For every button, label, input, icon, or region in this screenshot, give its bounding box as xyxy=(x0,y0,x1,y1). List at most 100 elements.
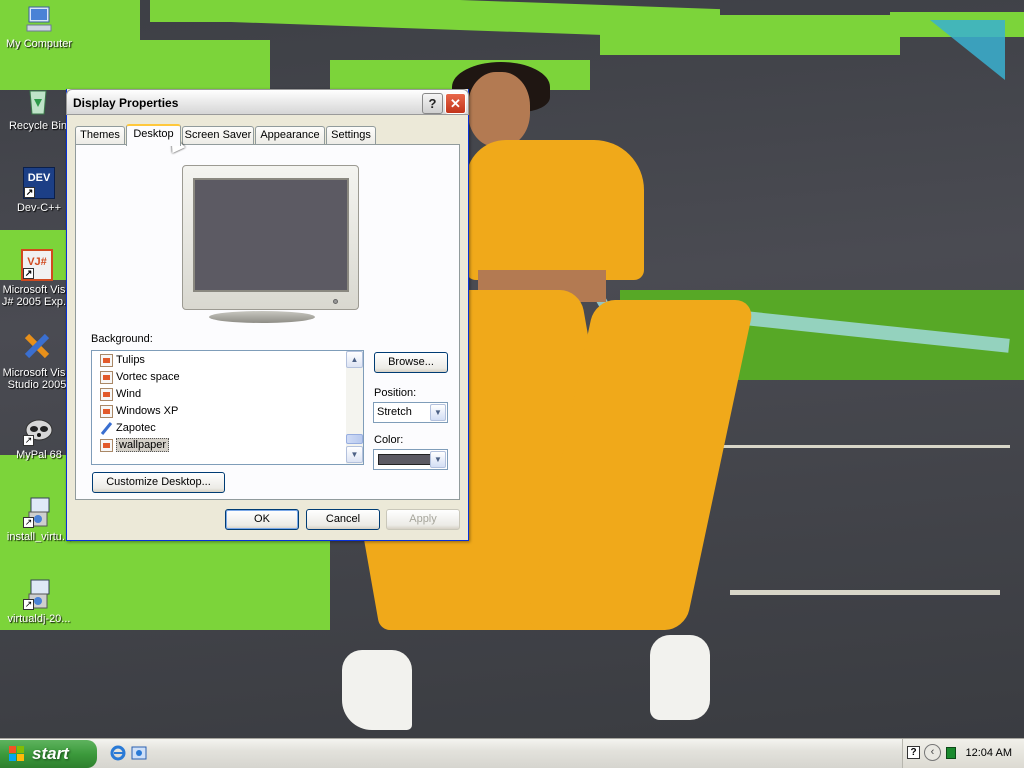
vjsharp-icon: VJ# ↗ xyxy=(21,249,53,281)
tray-expand-icon[interactable]: ‹ xyxy=(924,744,941,761)
figure-boot-right xyxy=(650,635,710,720)
scroll-down-button[interactable]: ▼ xyxy=(346,446,363,463)
image-file-icon xyxy=(100,388,113,401)
visual-studio-icon xyxy=(21,332,53,364)
dialog-title: Display Properties xyxy=(73,96,179,110)
system-tray: ? ‹ 12:04 AM xyxy=(902,739,1024,768)
arrow-down-icon: ▼ xyxy=(350,450,359,459)
color-picker-button[interactable]: ▼ xyxy=(373,449,448,470)
tab-screen-saver[interactable]: Screen Saver xyxy=(182,126,254,145)
position-label: Position: xyxy=(374,387,417,399)
tab-themes[interactable]: Themes xyxy=(75,126,125,145)
shortcut-arrow-icon: ↗ xyxy=(23,268,34,279)
desktop-icon-dev-cpp[interactable]: DEV ↗ Dev-C++ xyxy=(2,167,76,214)
desktop-icon-vjsharp[interactable]: VJ# ↗ Microsoft Visu J# 2005 Exp... xyxy=(0,249,74,308)
dev-cpp-badge: DEV xyxy=(27,172,51,184)
desktop-icon-label: My Computer xyxy=(5,38,73,50)
title-bar[interactable]: Display Properties ? ✕ xyxy=(66,89,469,115)
monitor-screen xyxy=(193,178,349,292)
start-label: start xyxy=(32,744,69,763)
desktop-icon-recycle-bin[interactable]: Recycle Bin xyxy=(1,85,75,132)
desktop-icon-label: J# 2005 Exp... xyxy=(1,296,73,308)
position-select[interactable]: Stretch ▼ xyxy=(373,402,448,423)
wallpaper-stripe xyxy=(930,20,1005,80)
wallpaper-road-line xyxy=(700,445,1010,448)
desktop-icon-label: Recycle Bin xyxy=(8,120,68,132)
color-swatch xyxy=(378,454,431,465)
shortcut-arrow-icon: ↗ xyxy=(23,599,34,610)
list-item[interactable]: Vortec space xyxy=(100,369,180,386)
show-desktop-icon[interactable] xyxy=(131,745,147,761)
customize-desktop-button[interactable]: Customize Desktop... xyxy=(92,472,225,493)
image-file-icon xyxy=(100,405,113,418)
help-button[interactable]: ? xyxy=(422,93,443,114)
monitor-stand xyxy=(209,311,315,323)
battery-icon[interactable] xyxy=(946,747,956,759)
desktop-icon-mypal[interactable]: ↗ MyPal 68 xyxy=(2,414,76,461)
figure-face xyxy=(468,72,530,147)
recycle-bin-icon xyxy=(22,85,54,117)
desktop-icon-virtualdj[interactable]: ↗ virtualdj-20... xyxy=(2,578,76,625)
ok-button[interactable]: OK xyxy=(225,509,299,530)
chevron-down-icon: ▼ xyxy=(430,404,446,421)
desktop-icon-label: MyPal 68 xyxy=(16,449,62,461)
desktop-icon-label: install_virtu... xyxy=(6,531,72,543)
desktop-icon-label: Dev-C++ xyxy=(16,202,62,214)
chevron-down-icon: ▼ xyxy=(430,451,446,468)
desktop-icon-visual-studio[interactable]: Microsoft Visu Studio 2005 xyxy=(0,332,74,391)
tab-appearance[interactable]: Appearance xyxy=(255,126,325,145)
browse-button[interactable]: Browse... xyxy=(374,352,448,373)
background-label: Background: xyxy=(91,333,153,345)
vjsharp-badge: VJ# xyxy=(27,256,47,268)
color-label: Color: xyxy=(374,434,404,446)
clock[interactable]: 12:04 AM xyxy=(966,747,1012,759)
list-item[interactable]: Tulips xyxy=(100,352,145,369)
desktop-icon-label: virtualdj-20... xyxy=(7,613,71,625)
start-button[interactable]: start xyxy=(0,740,97,768)
background-listbox[interactable]: Tulips Vortec space Wind Windows XP Zapo… xyxy=(91,350,364,465)
figure-hoodie xyxy=(466,140,644,280)
image-file-icon xyxy=(100,371,113,384)
wallpaper-road-line xyxy=(730,590,1000,595)
computer-icon xyxy=(23,3,55,35)
paint-brush-icon xyxy=(100,422,113,435)
list-item-selected[interactable]: wallpaper xyxy=(100,437,170,454)
desktop-icon-label: Microsoft Visu xyxy=(2,284,72,296)
desktop-icon-label: Microsoft Visu xyxy=(2,367,72,379)
desktop-icon-my-computer[interactable]: My Computer xyxy=(2,3,76,50)
image-file-icon xyxy=(100,439,113,452)
monitor-power-led xyxy=(333,299,338,304)
monitor-preview xyxy=(182,165,359,310)
display-properties-dialog: Display Properties ? ✕ Themes Desktop Sc… xyxy=(66,89,469,541)
help-icon: ? xyxy=(428,96,437,111)
installer-icon: ↗ xyxy=(23,496,55,528)
raccoon-icon: ↗ xyxy=(23,414,55,446)
cancel-button[interactable]: Cancel xyxy=(306,509,380,530)
scroll-up-button[interactable]: ▲ xyxy=(346,351,363,368)
shortcut-arrow-icon: ↗ xyxy=(23,435,34,446)
close-button[interactable]: ✕ xyxy=(445,93,466,114)
help-tray-icon[interactable]: ? xyxy=(907,746,920,759)
apply-button[interactable]: Apply xyxy=(386,509,460,530)
arrow-up-icon: ▲ xyxy=(350,355,359,364)
image-file-icon xyxy=(100,354,113,367)
list-item[interactable]: Zapotec xyxy=(100,420,156,437)
position-value: Stretch xyxy=(377,406,412,418)
shortcut-arrow-icon: ↗ xyxy=(23,517,34,528)
taskbar: start ? ‹ 12:04 AM xyxy=(0,738,1024,768)
tab-settings[interactable]: Settings xyxy=(326,126,376,145)
desktop-tab-panel: Background: Tulips Vortec space Wind Win… xyxy=(75,144,460,500)
list-item[interactable]: Windows XP xyxy=(100,403,178,420)
desktop-icon-install-virtual[interactable]: ↗ install_virtu... xyxy=(2,496,76,543)
figure-boot-left xyxy=(342,650,412,730)
desktop-icon-label: Studio 2005 xyxy=(7,379,67,391)
listbox-scrollbar[interactable]: ▲ ▼ xyxy=(346,351,363,464)
scroll-thumb[interactable] xyxy=(346,434,363,444)
installer-icon: ↗ xyxy=(23,578,55,610)
list-item[interactable]: Wind xyxy=(100,386,141,403)
tab-desktop[interactable]: Desktop xyxy=(126,124,181,146)
dev-cpp-icon: DEV ↗ xyxy=(23,167,55,199)
internet-explorer-icon[interactable] xyxy=(110,745,126,761)
close-icon: ✕ xyxy=(450,96,461,111)
windows-logo-icon xyxy=(9,746,26,762)
